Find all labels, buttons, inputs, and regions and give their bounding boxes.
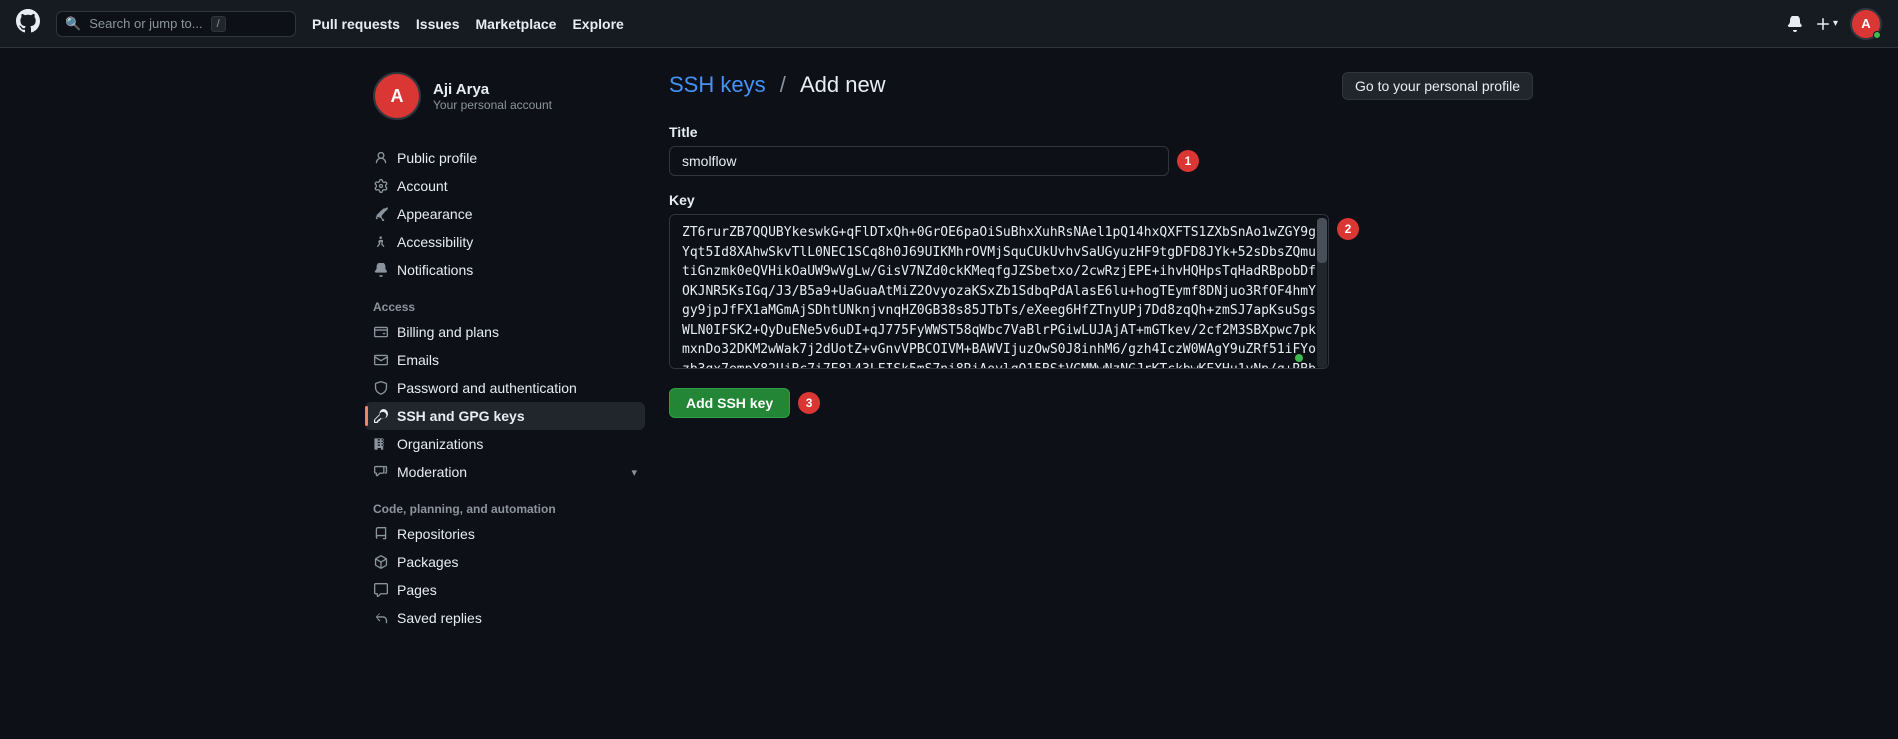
avatar-status-dot bbox=[1873, 31, 1881, 39]
topnav: 🔍 Search or jump to... / Pull requests I… bbox=[0, 0, 1898, 48]
pages-icon bbox=[373, 583, 389, 597]
annotation-1: 1 bbox=[1177, 150, 1199, 172]
key-field-group: Key 2 bbox=[669, 192, 1533, 372]
sidebar-item-saved-replies[interactable]: Saved replies bbox=[365, 604, 645, 632]
nav-pull-requests[interactable]: Pull requests bbox=[312, 16, 400, 32]
sidebar-label-account: Account bbox=[397, 178, 448, 194]
sidebar-item-appearance[interactable]: Appearance bbox=[365, 200, 645, 228]
search-bar[interactable]: 🔍 Search or jump to... / bbox=[56, 11, 296, 37]
scrollbar-thumb bbox=[1317, 218, 1327, 263]
sidebar-label-packages: Packages bbox=[397, 554, 458, 570]
org-icon bbox=[373, 437, 389, 451]
reply-icon bbox=[373, 611, 389, 625]
search-slash: / bbox=[211, 16, 226, 32]
topnav-links: Pull requests Issues Marketplace Explore bbox=[312, 16, 1771, 32]
sidebar-user: A Aji Arya Your personal account bbox=[365, 72, 645, 120]
key-textarea-wrapper bbox=[669, 214, 1329, 372]
breadcrumb-current: Add new bbox=[800, 72, 886, 97]
sidebar-user-sub: Your personal account bbox=[433, 98, 552, 112]
sidebar-label-emails: Emails bbox=[397, 352, 439, 368]
sidebar-item-organizations[interactable]: Organizations bbox=[365, 430, 645, 458]
sidebar-item-accessibility[interactable]: Accessibility bbox=[365, 228, 645, 256]
sidebar-avatar: A bbox=[373, 72, 421, 120]
sidebar-item-password[interactable]: Password and authentication bbox=[365, 374, 645, 402]
content-header: SSH keys / Add new Go to your personal p… bbox=[669, 72, 1533, 100]
github-logo-icon bbox=[16, 9, 40, 39]
sidebar-item-repositories[interactable]: Repositories bbox=[365, 520, 645, 548]
mail-icon bbox=[373, 353, 389, 367]
title-input[interactable] bbox=[669, 146, 1169, 176]
create-chevron-icon: ▾ bbox=[1833, 18, 1838, 29]
sidebar-item-ssh-gpg[interactable]: SSH and GPG keys bbox=[365, 402, 645, 430]
key-label: Key bbox=[669, 192, 1533, 208]
sidebar-label-repositories: Repositories bbox=[397, 526, 475, 542]
paintbrush-icon bbox=[373, 207, 389, 221]
key-valid-dot bbox=[1295, 354, 1303, 362]
notifications-button[interactable] bbox=[1787, 16, 1803, 32]
sidebar-section-code: Code, planning, and automation bbox=[365, 486, 645, 520]
sidebar-label-billing: Billing and plans bbox=[397, 324, 499, 340]
add-ssh-key-button[interactable]: Add SSH key bbox=[669, 388, 790, 418]
sidebar-item-notifications[interactable]: Notifications bbox=[365, 256, 645, 284]
sidebar-item-emails[interactable]: Emails bbox=[365, 346, 645, 374]
sidebar-username: Aji Arya bbox=[433, 81, 552, 98]
topnav-right: ▾ A bbox=[1787, 8, 1882, 40]
package-icon bbox=[373, 555, 389, 569]
sidebar-label-appearance: Appearance bbox=[397, 206, 473, 222]
nav-marketplace[interactable]: Marketplace bbox=[476, 16, 557, 32]
sidebar-user-info: Aji Arya Your personal account bbox=[433, 81, 552, 112]
breadcrumb-separator: / bbox=[780, 72, 792, 97]
sidebar-item-public-profile[interactable]: Public profile bbox=[365, 144, 645, 172]
sidebar-item-moderation[interactable]: Moderation ▾ bbox=[365, 458, 645, 486]
sidebar-label-ssh-gpg: SSH and GPG keys bbox=[397, 408, 525, 424]
sidebar-label-saved-replies: Saved replies bbox=[397, 610, 482, 626]
add-ssh-button-row: Add SSH key 3 bbox=[669, 388, 1533, 418]
breadcrumb: SSH keys / Add new bbox=[669, 72, 886, 98]
annotation-2: 2 bbox=[1337, 218, 1359, 240]
sidebar-label-pages: Pages bbox=[397, 582, 437, 598]
repo-icon bbox=[373, 527, 389, 541]
create-button[interactable]: ▾ bbox=[1815, 16, 1838, 32]
title-field-group: Title 1 bbox=[669, 124, 1533, 176]
creditcard-icon bbox=[373, 325, 389, 339]
gear-icon bbox=[373, 179, 389, 193]
moderation-icon bbox=[373, 465, 389, 479]
sidebar-label-organizations: Organizations bbox=[397, 436, 483, 452]
sidebar-item-packages[interactable]: Packages bbox=[365, 548, 645, 576]
sidebar-item-account[interactable]: Account bbox=[365, 172, 645, 200]
sidebar-label-public-profile: Public profile bbox=[397, 150, 477, 166]
sidebar-label-moderation: Moderation bbox=[397, 464, 467, 480]
key-textarea[interactable] bbox=[669, 214, 1329, 369]
person-icon bbox=[373, 151, 389, 165]
search-icon: 🔍 bbox=[65, 16, 81, 32]
key-icon bbox=[373, 409, 389, 423]
sidebar-nav: Public profile Account Appearance Access… bbox=[365, 144, 645, 632]
bell-icon bbox=[373, 263, 389, 277]
nav-issues[interactable]: Issues bbox=[416, 16, 460, 32]
sidebar-label-password: Password and authentication bbox=[397, 380, 577, 396]
annotation-3: 3 bbox=[798, 392, 820, 414]
title-label: Title bbox=[669, 124, 1533, 140]
accessibility-icon bbox=[373, 235, 389, 249]
go-to-profile-button[interactable]: Go to your personal profile bbox=[1342, 72, 1533, 100]
title-input-row: 1 bbox=[669, 146, 1533, 176]
sidebar-item-pages[interactable]: Pages bbox=[365, 576, 645, 604]
sidebar-label-notifications: Notifications bbox=[397, 262, 473, 278]
main-layout: A Aji Arya Your personal account Public … bbox=[349, 48, 1549, 656]
breadcrumb-ssh-keys[interactable]: SSH keys bbox=[669, 72, 766, 97]
shield-icon bbox=[373, 381, 389, 395]
scrollbar[interactable] bbox=[1317, 218, 1327, 368]
chevron-down-icon: ▾ bbox=[631, 466, 637, 479]
sidebar-section-access: Access bbox=[365, 284, 645, 318]
sidebar-item-billing[interactable]: Billing and plans bbox=[365, 318, 645, 346]
search-placeholder: Search or jump to... bbox=[89, 16, 202, 31]
sidebar: A Aji Arya Your personal account Public … bbox=[365, 72, 645, 632]
sidebar-label-accessibility: Accessibility bbox=[397, 234, 473, 250]
user-avatar[interactable]: A bbox=[1850, 8, 1882, 40]
main-content: SSH keys / Add new Go to your personal p… bbox=[669, 72, 1533, 632]
nav-explore[interactable]: Explore bbox=[572, 16, 623, 32]
